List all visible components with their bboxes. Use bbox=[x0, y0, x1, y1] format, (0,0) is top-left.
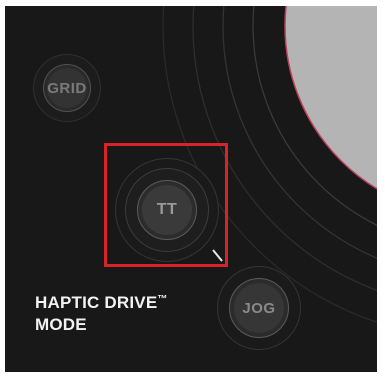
tt-button-label: TT bbox=[156, 201, 178, 218]
grid-button-label: GRID bbox=[47, 79, 87, 97]
jog-platter bbox=[284, 6, 377, 190]
jog-button[interactable]: JOG bbox=[217, 266, 301, 350]
mode-label-text: HAPTIC DRIVE bbox=[35, 293, 158, 312]
grid-button[interactable]: GRID bbox=[33, 54, 101, 122]
mode-label-line2: MODE bbox=[35, 315, 87, 334]
jog-button-label: JOG bbox=[242, 299, 276, 317]
controller-panel: GRID TT JOG HAPTIC DRIVE™ MODE bbox=[5, 6, 377, 372]
haptic-drive-mode-label: HAPTIC DRIVE™ MODE bbox=[35, 289, 168, 336]
trademark-symbol: ™ bbox=[157, 294, 168, 305]
mode-label-line1: HAPTIC DRIVE™ bbox=[35, 289, 168, 314]
